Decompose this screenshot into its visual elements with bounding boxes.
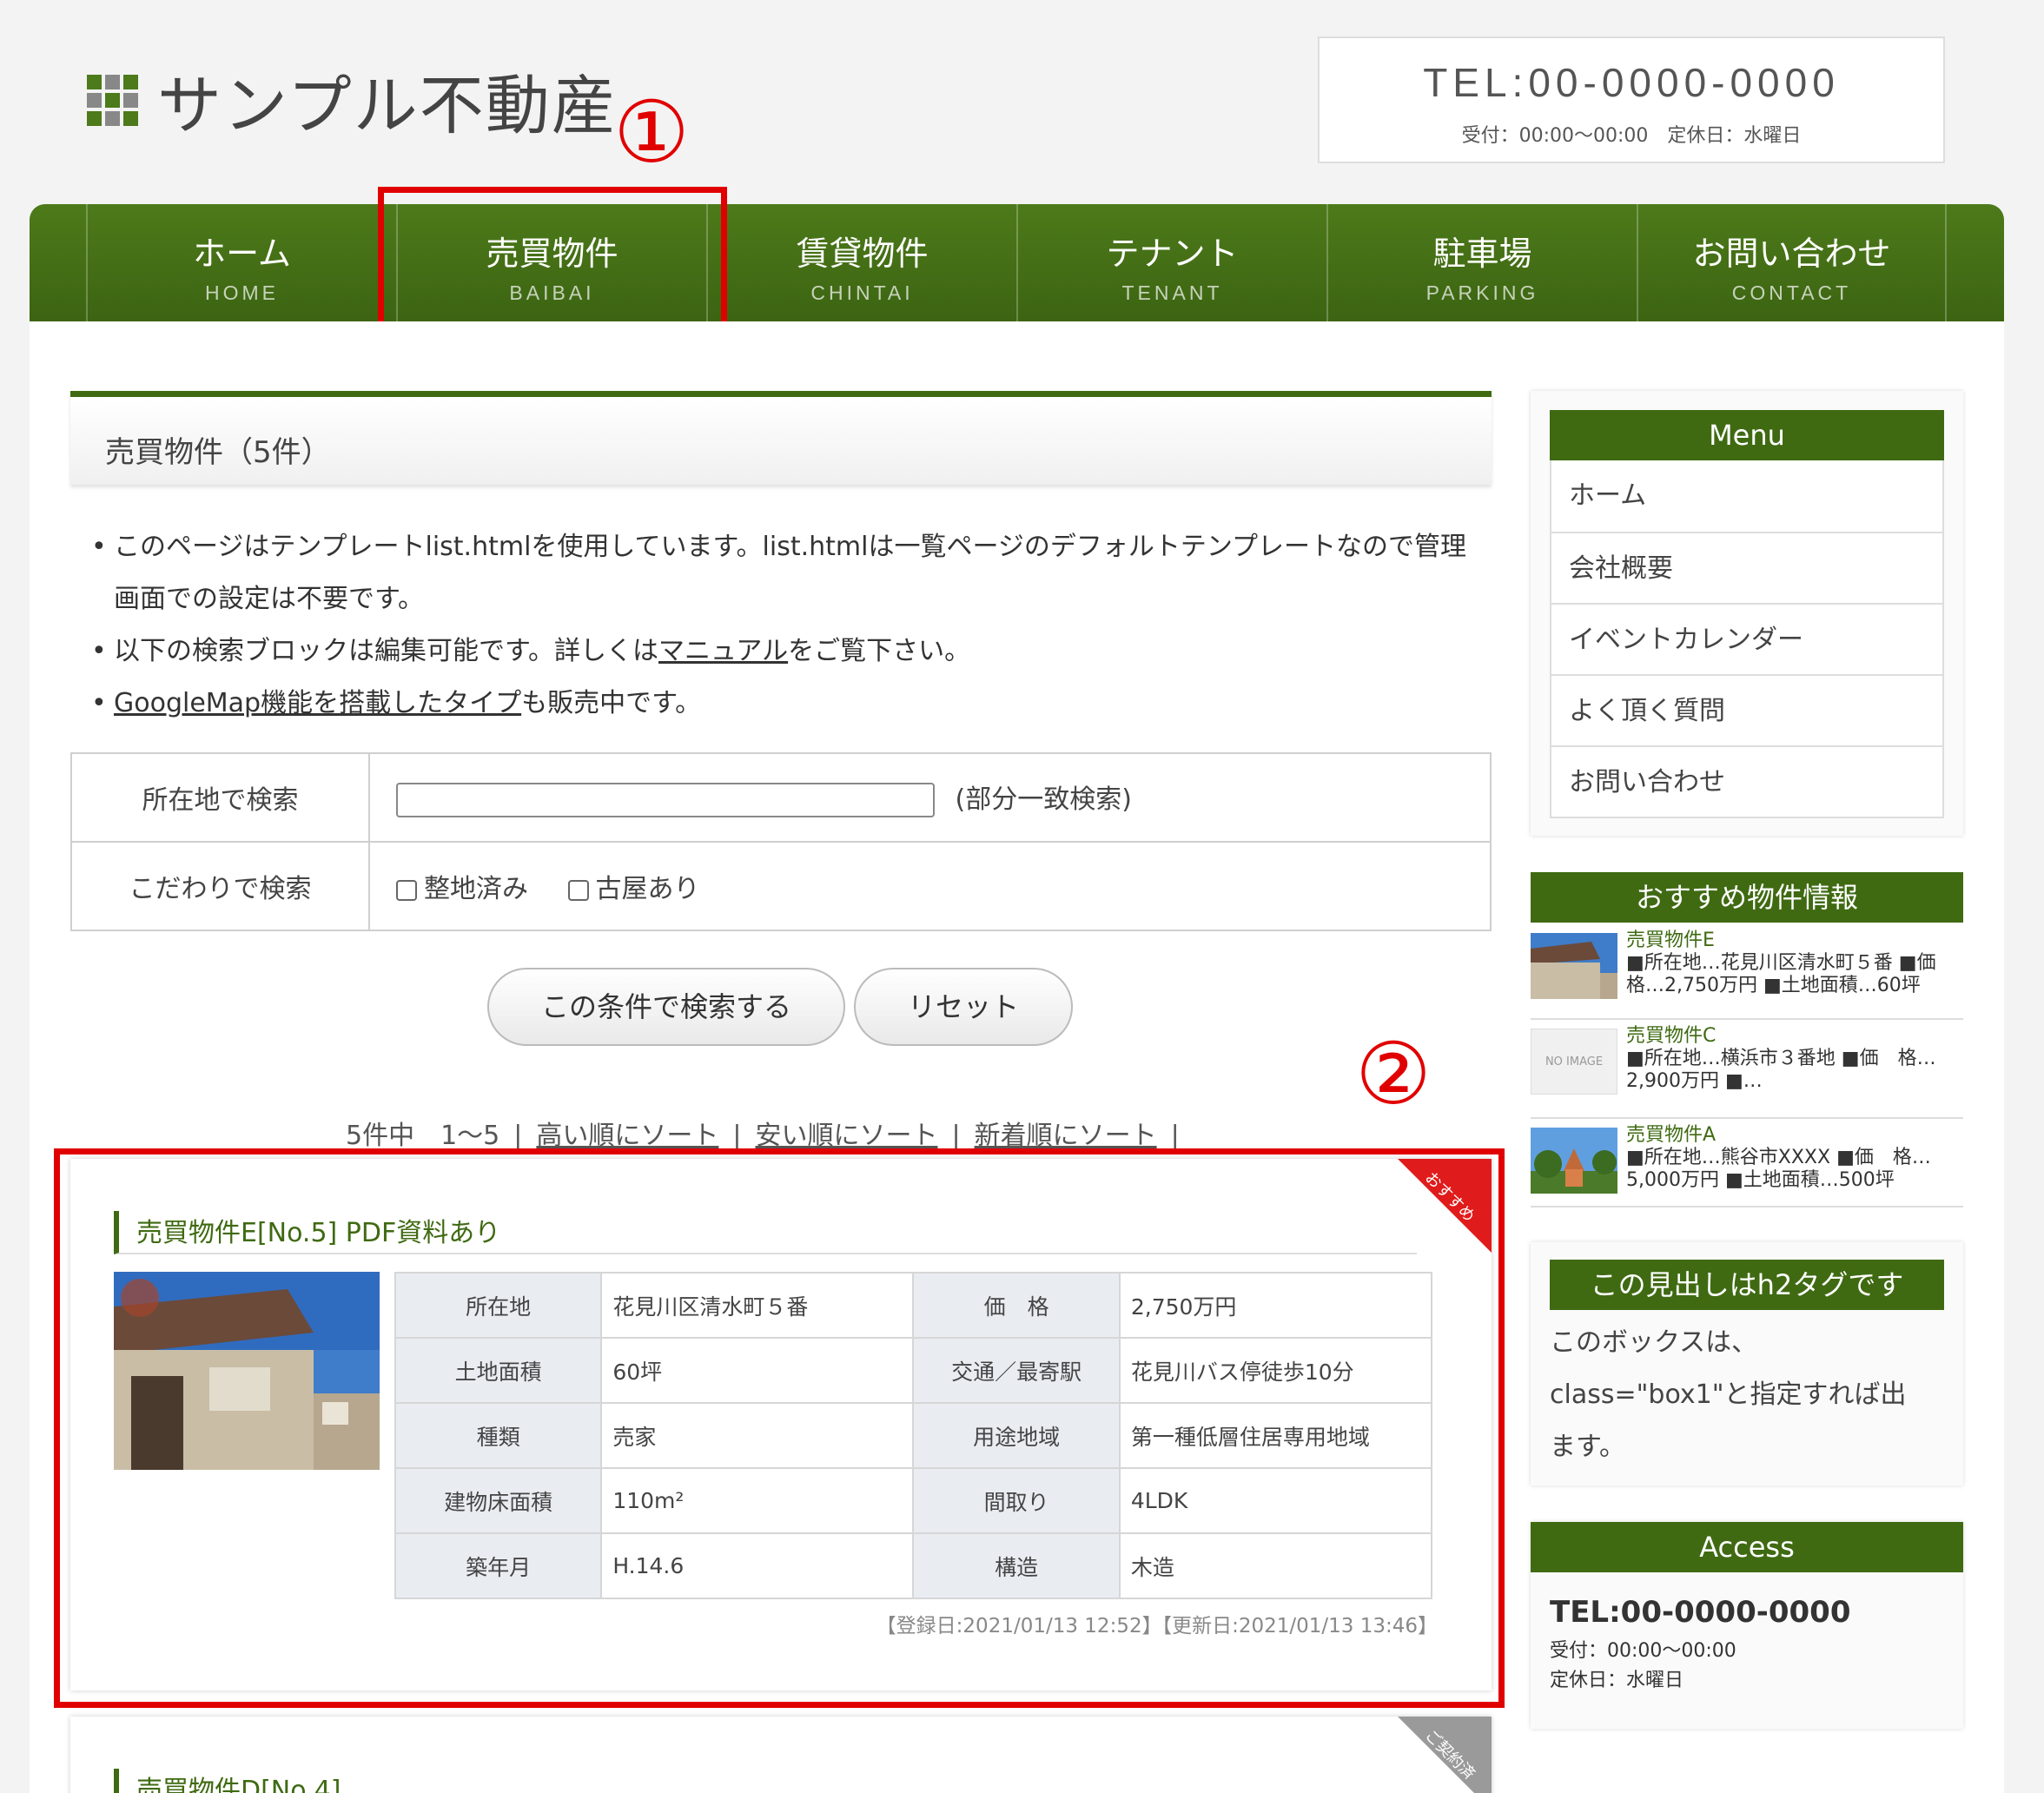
site-title: サンプル不動産	[157, 69, 618, 143]
sidebar-item-company[interactable]: 会社概要	[1551, 532, 1942, 603]
box1-title: この見出しはh2タグです	[1550, 1260, 1944, 1310]
nav-label: テナント	[1106, 235, 1239, 273]
googlemap-link[interactable]: GoogleMap機能を搭載したタイプ	[114, 688, 521, 718]
nav-sublabel: TENANT	[1121, 281, 1223, 304]
no-image-thumb[interactable]: NO IMAGE	[1531, 1029, 1617, 1095]
bullet-text: をご覧下さい。	[788, 636, 971, 666]
nav-sublabel: HOME	[205, 281, 279, 304]
page-title: 売買物件（5件）	[70, 391, 1492, 485]
sort-high-link[interactable]: 高い順にソート	[536, 1121, 718, 1151]
separator: |	[732, 1121, 742, 1151]
recommend-text: 売買物件A ■所在地…熊谷市XXXX ■価 格…5,000万円 ■土地面積…50…	[1626, 1124, 1956, 1192]
nav-item-chintai[interactable]: 賃貸物件 CHINTAI	[706, 204, 1016, 321]
header-hours: 受付：00:00〜00:00 定休日：水曜日	[1461, 125, 1802, 147]
property-title[interactable]: 売買物件D[No.4]	[114, 1769, 1417, 1793]
sidebar-item-calendar[interactable]: イベントカレンダー	[1551, 603, 1942, 674]
sort-bar: 5件中 1〜5 | 高い順にソート | 安い順にソート | 新着順にソート |	[346, 1114, 1194, 1152]
result-count: 5件中 1〜5	[346, 1121, 500, 1151]
sort-low-link[interactable]: 安い順にソート	[755, 1121, 937, 1151]
nav-label: お問い合わせ	[1692, 235, 1891, 273]
feature-search-label: こだわりで検索	[70, 841, 370, 931]
separator: |	[513, 1121, 523, 1151]
logo-grid-icon	[87, 75, 138, 126]
location-input[interactable]	[396, 783, 935, 818]
recommend-text: 売買物件E ■所在地…花見川区清水町５番 ■価格…2,750万円 ■土地面積…6…	[1626, 930, 1956, 997]
search-button[interactable]: この条件で検索する	[487, 968, 845, 1046]
recommend-thumb[interactable]	[1531, 933, 1617, 999]
list-item: このページはテンプレートlist.htmlを使用しています。list.htmlは…	[91, 521, 1472, 625]
annotation-highlight-1	[378, 187, 727, 337]
separator: |	[951, 1121, 961, 1151]
recommend-text: 売買物件C ■所在地…横浜市３番地 ■価 格…2,900万円 ■…	[1626, 1025, 1956, 1093]
annotation-mark-2: ②	[1355, 1025, 1432, 1124]
access-hours: 受付：00:00〜00:00	[1550, 1640, 1736, 1662]
checkbox-furuya[interactable]: 古屋あり	[567, 867, 700, 905]
header-contact-box: TEL:00-0000-0000 受付：00:00〜00:00 定休日：水曜日	[1318, 36, 1945, 163]
recommend-name[interactable]: 売買物件E	[1626, 930, 1956, 952]
access-closed: 定休日：水曜日	[1550, 1670, 1684, 1691]
sidebar-menu-box: Menu ホーム 会社概要 イベントカレンダー よく頂く質問 お問い合わせ	[1531, 391, 1963, 836]
sort-new-link[interactable]: 新着順にソート	[975, 1121, 1157, 1151]
building-thumb-image	[1531, 1128, 1617, 1194]
recommend-name[interactable]: 売買物件A	[1626, 1124, 1956, 1147]
nav-label: 駐車場	[1432, 235, 1532, 273]
bullet-text: も販売中です。	[521, 688, 702, 718]
nav-item-tenant[interactable]: テナント TENANT	[1016, 204, 1326, 321]
nav-item-home[interactable]: ホーム HOME	[86, 204, 396, 321]
search-form: 所在地で検索 (部分一致検索) こだわりで検索 整地済み 古屋あり	[70, 752, 1492, 931]
recommend-desc: ■所在地…横浜市３番地 ■価 格…2,900万円 ■…	[1626, 1048, 1936, 1092]
nav-label: ホーム	[193, 235, 291, 273]
location-search-cell: (部分一致検索)	[368, 752, 1492, 843]
sidebar-menu-title: Menu	[1550, 410, 1944, 460]
annotation-mark-1: ①	[613, 83, 690, 182]
checkbox-icon[interactable]	[396, 879, 417, 901]
recommend-desc: ■所在地…花見川区清水町５番 ■価格…2,750万円 ■土地面積…60坪	[1626, 952, 1936, 996]
sidebar-menu: ホーム 会社概要 イベントカレンダー よく頂く質問 お問い合わせ	[1550, 460, 1944, 818]
annotation-highlight-2	[54, 1148, 1505, 1708]
nav-sublabel: CHINTAI	[810, 281, 914, 304]
box1-text: このボックスは、class="box1"と指定すれば出ます。	[1550, 1327, 1907, 1462]
nav-label: 賃貸物件	[796, 235, 929, 273]
nav-item-contact[interactable]: お問い合わせ CONTACT	[1637, 204, 1947, 321]
nav-sublabel: CONTACT	[1731, 281, 1852, 304]
global-nav: ホーム HOME 売買物件 BAIBAI 賃貸物件 CHINTAI テナント T…	[30, 204, 2004, 321]
reset-button[interactable]: リセット	[854, 968, 1073, 1046]
header-tel: TEL:00-0000-0000	[1423, 60, 1840, 105]
bullet-text: 以下の検索ブロックは編集可能です。詳しくは	[114, 636, 658, 666]
feature-search-cell: 整地済み 古屋あり	[368, 841, 1492, 931]
partial-match-note: (部分一致検索)	[955, 784, 1132, 815]
house-thumb-image	[1531, 933, 1617, 999]
sidebar-item-home[interactable]: ホーム	[1551, 460, 1942, 532]
access-title: Access	[1531, 1522, 1963, 1572]
property-card: ご契約済 売買物件D[No.4]	[70, 1717, 1492, 1793]
bullet-text: このページはテンプレートlist.htmlを使用しています。list.htmlは…	[114, 532, 1466, 614]
site-logo[interactable]: サンプル不動産	[87, 54, 618, 147]
access-tel: TEL:00-0000-0000	[1550, 1595, 1851, 1630]
recommend-item[interactable]: NO IMAGE 売買物件C ■所在地…横浜市３番地 ■価 格…2,900万円 …	[1531, 1020, 1963, 1119]
access-box: Access TEL:00-0000-0000 受付：00:00〜00:00 定…	[1531, 1522, 1963, 1729]
recommend-name[interactable]: 売買物件C	[1626, 1025, 1956, 1048]
manual-link[interactable]: マニュアル	[658, 636, 788, 666]
checkbox-label: 古屋あり	[595, 874, 700, 904]
box1: この見出しはh2タグです このボックスは、class="box1"と指定すれば出…	[1531, 1242, 1963, 1485]
separator: |	[1170, 1121, 1180, 1151]
recommend-item[interactable]: 売買物件E ■所在地…花見川区清水町５番 ■価格…2,750万円 ■土地面積…6…	[1531, 924, 1963, 1020]
nav-sublabel: PARKING	[1426, 281, 1539, 304]
sidebar-item-faq[interactable]: よく頂く質問	[1551, 674, 1942, 745]
nav-item-parking[interactable]: 駐車場 PARKING	[1326, 204, 1637, 321]
list-item: GoogleMap機能を搭載したタイプも販売中です。	[91, 678, 1472, 730]
recommend-title: おすすめ物件情報	[1531, 872, 1963, 923]
checkbox-label: 整地済み	[424, 874, 528, 904]
list-item: 以下の検索ブロックは編集可能です。詳しくはマニュアルをご覧下さい。	[91, 625, 1472, 678]
recommend-item[interactable]: 売買物件A ■所在地…熊谷市XXXX ■価 格…5,000万円 ■土地面積…50…	[1531, 1119, 1963, 1207]
checkbox-icon[interactable]	[567, 879, 589, 901]
checkbox-seichi[interactable]: 整地済み	[396, 867, 528, 905]
sidebar-item-contact[interactable]: お問い合わせ	[1551, 745, 1942, 817]
location-search-label: 所在地で検索	[70, 752, 370, 843]
recommend-desc: ■所在地…熊谷市XXXX ■価 格…5,000万円 ■土地面積…500坪	[1626, 1147, 1931, 1191]
intro-list: このページはテンプレートlist.htmlを使用しています。list.htmlは…	[91, 521, 1472, 730]
recommend-thumb[interactable]	[1531, 1128, 1617, 1194]
